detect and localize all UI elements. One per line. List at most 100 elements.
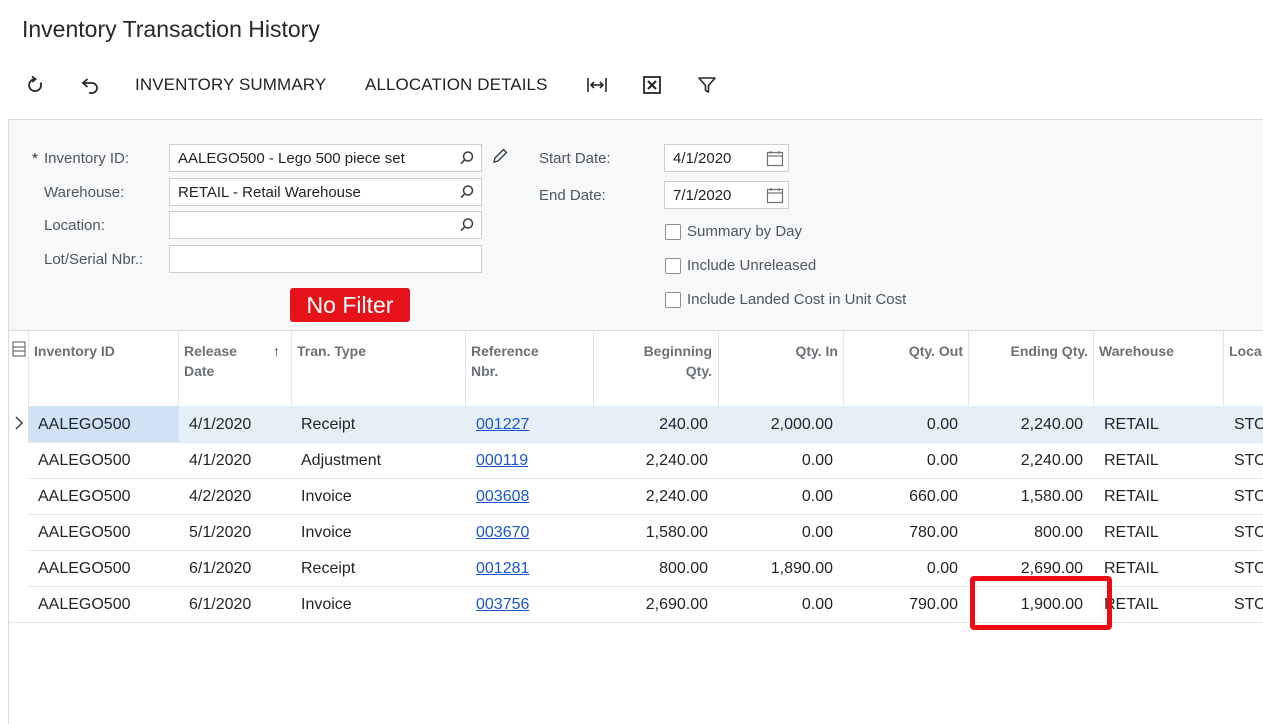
start-date-field[interactable]: 4/1/2020 xyxy=(664,144,789,172)
cell-qty-in: 1,890.00 xyxy=(770,560,833,577)
col-tran-type[interactable]: Tran. Type xyxy=(297,341,366,361)
start-date-value: 4/1/2020 xyxy=(673,150,732,167)
cell-location: STO xyxy=(1234,560,1263,577)
table-row[interactable]: AALEGO500 4/2/2020 Invoice 003608 2,240.00 0.… xyxy=(9,478,1263,515)
calendar-icon[interactable] xyxy=(766,150,784,171)
cell-warehouse: RETAIL xyxy=(1104,524,1159,541)
col-inventory-id[interactable]: Inventory ID xyxy=(34,341,115,361)
search-icon[interactable] xyxy=(459,217,475,237)
filter-icon[interactable] xyxy=(695,74,719,96)
checkbox-box[interactable] xyxy=(665,223,681,240)
cell-warehouse: RETAIL xyxy=(1104,416,1159,433)
cell-beginning: 2,240.00 xyxy=(645,488,708,505)
warehouse-label: Warehouse: xyxy=(44,184,125,201)
cell-reference[interactable]: 003670 xyxy=(476,524,529,542)
cell-warehouse: RETAIL xyxy=(1104,452,1159,469)
column-chooser-icon[interactable] xyxy=(12,341,26,362)
summary-by-day-label: Summary by Day xyxy=(687,223,803,240)
row-selector[interactable] xyxy=(9,514,28,550)
cell-ending: 800.00 xyxy=(1034,524,1083,541)
col-beginning-qty[interactable]: Beginning Qty. xyxy=(599,341,712,381)
cell-location: STO xyxy=(1234,596,1263,613)
location-field[interactable] xyxy=(169,211,482,239)
cell-qty-in: 0.00 xyxy=(801,452,833,469)
summary-by-day-checkbox[interactable]: Summary by Day xyxy=(665,223,802,240)
inventory-id-field[interactable]: AALEGO500 - Lego 500 piece set xyxy=(169,144,482,172)
refresh-icon[interactable] xyxy=(24,74,48,96)
col-warehouse[interactable]: Warehouse xyxy=(1099,341,1174,361)
cell-reference[interactable]: 003756 xyxy=(476,596,529,614)
cell-release-date: 4/1/2020 xyxy=(189,452,252,469)
main-panel: * Inventory ID: AALEGO500 - Lego 500 pie… xyxy=(8,119,1263,724)
checkbox-box[interactable] xyxy=(665,291,681,308)
excel-export-icon[interactable] xyxy=(640,74,664,96)
search-icon[interactable] xyxy=(459,150,475,170)
lot-serial-label: Lot/Serial Nbr.: xyxy=(44,251,144,268)
search-icon[interactable] xyxy=(459,184,475,204)
cell-qty-in: 0.00 xyxy=(801,524,833,541)
location-label: Location: xyxy=(44,217,105,234)
cell-beginning: 2,690.00 xyxy=(645,596,708,613)
row-selector[interactable] xyxy=(9,442,28,478)
cell-reference[interactable]: 000119 xyxy=(476,452,528,470)
cell-inventory-id: AALEGO500 xyxy=(38,596,131,613)
calendar-icon[interactable] xyxy=(766,187,784,208)
cell-tran-type: Invoice xyxy=(301,488,352,505)
table-row[interactable]: AALEGO500 4/1/2020 Adjustment 000119 2,240.0… xyxy=(9,442,1263,479)
cell-reference[interactable]: 003608 xyxy=(476,488,529,506)
include-unreleased-label: Include Unreleased xyxy=(687,257,817,274)
col-qty-in[interactable]: Qty. In xyxy=(724,341,838,361)
cell-inventory-id: AALEGO500 xyxy=(38,452,131,469)
table-row[interactable]: AALEGO500 4/1/2020 Receipt 001227 240.00 2,00… xyxy=(9,406,1263,443)
cell-inventory-id: AALEGO500 xyxy=(38,488,131,505)
warehouse-value: RETAIL - Retail Warehouse xyxy=(178,184,361,201)
grid-header: Inventory ID Release Date ↑ Tran. Type Re… xyxy=(9,330,1263,408)
undo-icon[interactable] xyxy=(78,74,102,96)
required-marker: * xyxy=(32,150,38,167)
include-landed-cost-checkbox[interactable]: Include Landed Cost in Unit Cost xyxy=(665,291,906,308)
cell-release-date: 5/1/2020 xyxy=(189,524,252,541)
col-location[interactable]: Loca xyxy=(1229,341,1262,361)
sort-ascending-icon[interactable]: ↑ xyxy=(273,341,280,361)
col-ending-qty[interactable]: Ending Qty. xyxy=(974,341,1088,361)
row-selector[interactable] xyxy=(9,550,28,586)
row-selector[interactable] xyxy=(9,478,28,514)
col-release-date[interactable]: Release Date xyxy=(184,341,237,381)
cell-qty-in: 0.00 xyxy=(801,596,833,613)
cell-warehouse: RETAIL xyxy=(1104,488,1159,505)
cell-release-date: 4/1/2020 xyxy=(189,416,252,433)
end-date-label: End Date: xyxy=(539,187,606,204)
cell-qty-in: 0.00 xyxy=(801,488,833,505)
cell-beginning: 1,580.00 xyxy=(645,524,708,541)
cell-qty-out: 0.00 xyxy=(926,416,958,433)
cell-beginning: 240.00 xyxy=(659,416,708,433)
cell-ending: 2,240.00 xyxy=(1020,416,1083,433)
fit-to-screen-icon[interactable] xyxy=(585,74,609,96)
col-release-date-line1: Release xyxy=(184,343,237,359)
cell-qty-out: 0.00 xyxy=(926,560,958,577)
cell-tran-type: Receipt xyxy=(301,416,356,433)
warehouse-field[interactable]: RETAIL - Retail Warehouse xyxy=(169,178,482,206)
page-title: Inventory Transaction History xyxy=(22,16,320,42)
row-selector[interactable] xyxy=(9,406,28,442)
col-beginning-line1: Beginning xyxy=(643,343,712,359)
inventory-summary-button[interactable]: INVENTORY SUMMARY xyxy=(135,75,326,95)
cell-reference[interactable]: 001227 xyxy=(476,416,529,434)
cell-beginning: 2,240.00 xyxy=(645,452,708,469)
cell-reference[interactable]: 001281 xyxy=(476,560,529,578)
inventory-id-value: AALEGO500 - Lego 500 piece set xyxy=(178,150,405,167)
edit-pencil-icon[interactable] xyxy=(491,147,509,170)
lot-serial-field[interactable] xyxy=(169,245,482,273)
cell-tran-type: Invoice xyxy=(301,596,352,613)
table-row[interactable]: AALEGO500 5/1/2020 Invoice 003670 1,580.00 0.… xyxy=(9,514,1263,551)
end-date-field[interactable]: 7/1/2020 xyxy=(664,181,789,209)
allocation-details-button[interactable]: ALLOCATION DETAILS xyxy=(365,75,548,95)
row-selector[interactable] xyxy=(9,586,28,622)
include-unreleased-checkbox[interactable]: Include Unreleased xyxy=(665,257,816,274)
cell-ending: 1,580.00 xyxy=(1020,488,1083,505)
checkbox-box[interactable] xyxy=(665,257,681,274)
col-qty-out[interactable]: Qty. Out xyxy=(849,341,963,361)
cell-inventory-id: AALEGO500 xyxy=(38,416,131,433)
col-reference-nbr[interactable]: Reference Nbr. xyxy=(471,341,539,381)
col-release-date-line2: Date xyxy=(184,363,215,379)
